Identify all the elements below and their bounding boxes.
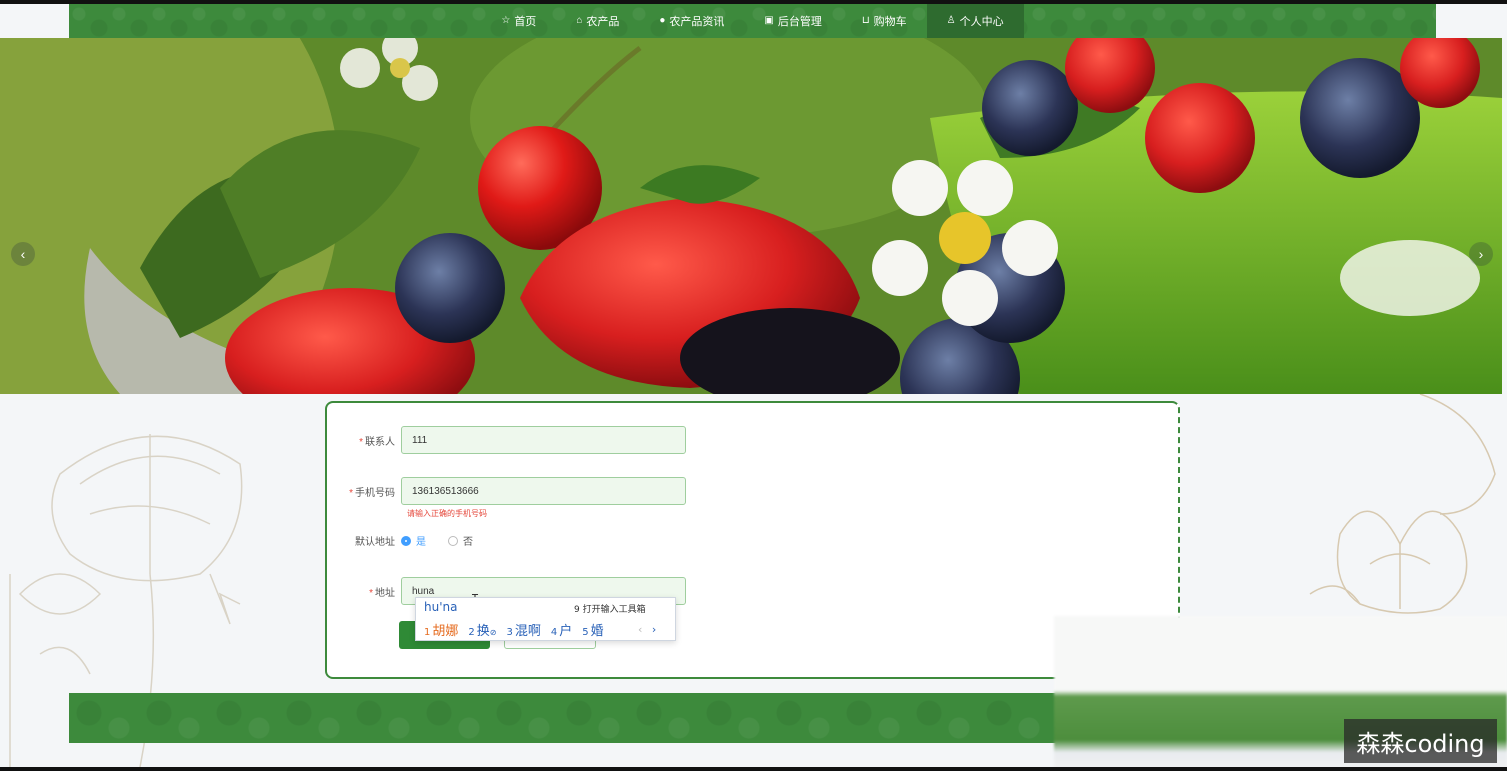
watermark-label: 森森coding bbox=[1344, 719, 1497, 763]
nav-admin[interactable]: ▣ 后台管理 bbox=[744, 4, 841, 38]
phone-input[interactable] bbox=[401, 477, 686, 505]
default-address-row: 默认地址 是 否 bbox=[327, 533, 473, 548]
nav-cart[interactable]: ⊔ 购物车 bbox=[842, 4, 927, 38]
nav-home[interactable]: ☆ 首页 bbox=[481, 4, 556, 38]
radio-checked-icon bbox=[401, 535, 411, 546]
ime-candidate[interactable]: 2 换⊘ bbox=[468, 620, 496, 639]
check-icon: ⊘ bbox=[489, 628, 497, 637]
carousel-next-button[interactable]: › bbox=[1469, 242, 1493, 266]
phone-row: * 手机号码 bbox=[327, 477, 686, 505]
contact-label: * 联系人 bbox=[359, 436, 395, 448]
briefcase-icon: ▣ bbox=[764, 15, 774, 26]
ime-candidate[interactable]: 5婚 bbox=[582, 620, 603, 639]
ime-candidate[interactable]: 1 胡娜 bbox=[424, 620, 458, 639]
ime-candidate[interactable]: 3 混啊 bbox=[506, 620, 540, 639]
cart-icon: ⊔ bbox=[861, 15, 870, 26]
nav-products[interactable]: ⌂ 农产品 bbox=[556, 4, 639, 38]
ime-toolbox-link[interactable]: 9 打开输入工具箱 bbox=[574, 602, 646, 615]
nav-news-label: 农产品资讯 bbox=[669, 16, 725, 28]
ime-candidates: 1 胡娜 2 换⊘ 3 混啊 4户 5婚 bbox=[424, 620, 604, 639]
address-label: * 地址 bbox=[369, 587, 395, 599]
lotus-decoration-right bbox=[1309, 394, 1496, 614]
default-address-yes-radio[interactable]: 是 bbox=[401, 533, 426, 548]
nav-cart-label: 购物车 bbox=[873, 16, 907, 28]
nav-admin-label: 后台管理 bbox=[777, 16, 822, 28]
ime-header: hu'na 9 打开输入工具箱 bbox=[416, 598, 677, 618]
ime-candidate[interactable]: 4户 bbox=[551, 620, 572, 639]
nav-profile-label: 个人中心 bbox=[959, 16, 1004, 28]
nav-products-label: 农产品 bbox=[586, 16, 620, 28]
nav-home-label: 首页 bbox=[514, 16, 537, 28]
nav-profile[interactable]: ♙ 个人中心 bbox=[926, 4, 1024, 38]
star-icon: ☆ bbox=[501, 15, 511, 26]
ime-candidate-popup: hu'na 9 打开输入工具箱 1 胡娜 2 换⊘ 3 混啊 4户 5婚 ‹ › bbox=[415, 597, 676, 641]
banner-carousel: ‹ › bbox=[0, 38, 1502, 394]
ime-composition: hu'na bbox=[424, 600, 458, 614]
radio-unchecked-icon bbox=[448, 535, 458, 546]
chevron-left-icon: ‹ bbox=[20, 246, 26, 262]
info-icon: ● bbox=[659, 15, 666, 26]
user-icon: ♙ bbox=[946, 15, 956, 26]
top-nav: ☆ 首页 ⌂ 农产品 ● 农产品资讯 ▣ 后台管理 ⊔ 购物车 ♙ 个人中心 bbox=[69, 4, 1436, 38]
phone-label: * 手机号码 bbox=[349, 487, 395, 499]
default-address-radio-group: 是 否 bbox=[401, 533, 473, 548]
nav-news[interactable]: ● 农产品资讯 bbox=[639, 4, 744, 38]
screen-bottom-edge bbox=[0, 767, 1507, 771]
carousel-prev-button[interactable]: ‹ bbox=[11, 242, 35, 266]
contact-row: * 联系人 bbox=[327, 426, 686, 454]
ime-next-page-icon[interactable]: › bbox=[652, 623, 656, 636]
phone-error-message: 请输入正确的手机号码 bbox=[407, 509, 487, 518]
chevron-right-icon: › bbox=[1478, 246, 1484, 262]
banner-berries-image bbox=[0, 38, 1502, 394]
default-address-no-radio[interactable]: 否 bbox=[448, 533, 473, 548]
default-address-label: 默认地址 bbox=[355, 537, 395, 548]
ime-page-nav: ‹ › bbox=[638, 623, 656, 636]
contact-input[interactable] bbox=[401, 426, 686, 454]
ime-prev-page-icon[interactable]: ‹ bbox=[638, 623, 642, 636]
bag-icon: ⌂ bbox=[576, 15, 583, 26]
